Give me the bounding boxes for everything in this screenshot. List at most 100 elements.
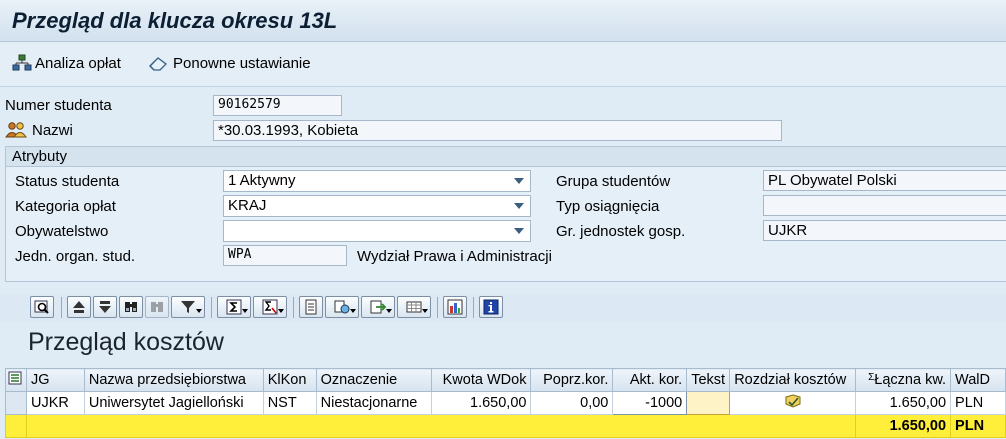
hierarchy-icon [12, 54, 32, 71]
alv-toolbar [0, 294, 1006, 322]
row-selector[interactable] [5, 391, 27, 415]
chevron-down-icon[interactable] [514, 203, 524, 209]
persons-icon [5, 122, 27, 138]
views-icon [334, 300, 350, 314]
nazwi-field[interactable]: *30.03.1993, Kobieta [213, 120, 782, 141]
akt-kor-input[interactable]: -1000 [612, 391, 688, 415]
sort-descending-button[interactable] [93, 296, 117, 318]
ponowne-ustawianie-label: Ponowne ustawianie [173, 54, 311, 72]
eraser-icon [149, 57, 167, 71]
export-button[interactable] [361, 296, 395, 318]
info-icon [483, 299, 499, 315]
numer-studenta-field[interactable]: 90162579 [213, 95, 342, 116]
chevron-down-icon[interactable] [514, 228, 524, 234]
cell-oznaczenie: Niestacjonarne [315, 391, 432, 415]
views-button[interactable] [325, 296, 359, 318]
application-toolbar: Analiza opłat Ponowne ustawianie [0, 43, 1006, 87]
cell-kwota: 1.650,00 [430, 391, 532, 415]
jedn-organ-field[interactable]: WPA [223, 245, 347, 266]
filter-icon [181, 301, 195, 313]
cell-poprz: 0,00 [530, 391, 614, 415]
column-header-akt[interactable]: Akt. kor. [612, 368, 688, 392]
atrybuty-title: Atrybuty [6, 147, 1006, 167]
info-button[interactable] [479, 296, 503, 318]
sort-ascending-icon [73, 301, 85, 313]
grupa-studentow-field[interactable]: PL Obywatel Polski [763, 170, 1006, 191]
layout-button[interactable] [397, 296, 431, 318]
column-header-klkon[interactable]: KlKon [262, 368, 317, 392]
analiza-oplat-label: Analiza opłat [35, 54, 121, 72]
total-button[interactable] [217, 296, 251, 318]
gr-jednostek-field[interactable]: UJKR [763, 220, 1006, 241]
status-studenta-label: Status studenta [15, 173, 120, 190]
column-header-jg[interactable]: JG [25, 368, 85, 392]
column-header-laczna-label: Łączna kw. [874, 372, 947, 388]
total-row-selector [5, 414, 27, 438]
find-button[interactable] [119, 296, 143, 318]
table-header-row: JG Nazwa przedsiębiorstwa KlKon Oznaczen… [5, 368, 1006, 392]
column-header-nazwa[interactable]: Nazwa przedsiębiorstwa [83, 368, 264, 392]
distribution-icon [785, 394, 801, 408]
grupa-studentow-label: Grupa studentów [556, 173, 671, 190]
column-header-wald[interactable]: WalD [950, 368, 1006, 392]
nazwi-label: Nazwi [32, 122, 73, 139]
sort-ascending-button[interactable] [67, 296, 91, 318]
status-studenta-value: 1 Aktywny [228, 172, 296, 189]
export-icon [370, 300, 386, 314]
jedn-organ-label: Jedn. organ. stud. [15, 248, 136, 265]
section-title: Przegląd kosztów [28, 328, 224, 356]
filter-button[interactable] [171, 296, 205, 318]
column-header-kwota[interactable]: Kwota WDok [430, 368, 532, 392]
print-preview-button[interactable] [299, 296, 323, 318]
subtotal-icon [262, 299, 278, 315]
select-all-cell[interactable] [5, 368, 27, 392]
details-button[interactable] [30, 296, 54, 318]
binoculars-plus-icon [151, 302, 163, 312]
table-row: UJKR Uniwersytet Jagielloński NST Niesta… [5, 391, 1006, 415]
binoculars-icon [125, 302, 137, 312]
cost-table: JG Nazwa przedsiębiorstwa KlKon Oznaczen… [5, 368, 1006, 438]
total-row-spacer [25, 414, 857, 438]
subtotal-button[interactable] [253, 296, 287, 318]
chevron-down-icon[interactable] [514, 178, 524, 184]
grid-icon [406, 301, 422, 313]
status-studenta-select[interactable]: 1 Aktywny [223, 170, 531, 192]
sort-descending-icon [99, 301, 111, 313]
ponowne-ustawianie-button[interactable]: Ponowne ustawianie [148, 52, 311, 74]
column-header-laczna[interactable]: ΣŁączna kw. [855, 368, 952, 392]
column-header-rozdzial[interactable]: Rozdział kosztów [729, 368, 857, 392]
obywatelstwo-select[interactable] [223, 220, 531, 242]
cell-nazwa: Uniwersytet Jagielloński [83, 391, 264, 415]
bar-chart-icon [447, 299, 463, 315]
kategoria-oplat-label: Kategoria opłat [15, 198, 116, 215]
gr-jednostek-label: Gr. jednostek gosp. [556, 223, 686, 240]
total-laczna: 1.650,00 [855, 414, 952, 438]
kategoria-oplat-value: KRAJ [228, 197, 267, 214]
column-header-tekst[interactable]: Tekst [686, 368, 731, 392]
kategoria-oplat-select[interactable]: KRAJ [223, 195, 531, 217]
typ-osiagniecia-field[interactable] [763, 195, 1006, 216]
cell-klkon: NST [262, 391, 317, 415]
total-row: 1.650,00 PLN [5, 414, 1006, 438]
select-all-icon [8, 371, 22, 385]
tekst-input[interactable] [686, 391, 731, 415]
document-icon [305, 299, 317, 315]
total-wald: PLN [950, 414, 1006, 438]
graphic-button[interactable] [443, 296, 467, 318]
cell-laczna: 1.650,00 [855, 391, 952, 415]
jedn-organ-text: Wydział Prawa i Administracji [357, 248, 552, 265]
cell-wald: PLN [950, 391, 1006, 415]
sum-icon [226, 299, 242, 315]
magnifier-icon [34, 300, 49, 314]
find-next-button[interactable] [145, 296, 169, 318]
cell-rozdzial[interactable] [729, 391, 857, 415]
cell-jg: UJKR [25, 391, 85, 415]
numer-studenta-label: Numer studenta [5, 97, 112, 114]
column-header-oznaczenie[interactable]: Oznaczenie [315, 368, 432, 392]
analiza-oplat-button[interactable]: Analiza opłat [12, 52, 121, 74]
title-bar: Przegląd dla klucza okresu 13L [0, 0, 1006, 42]
obywatelstwo-label: Obywatelstwo [15, 223, 109, 240]
page-title: Przegląd dla klucza okresu 13L [12, 8, 338, 33]
typ-osiagniecia-label: Typ osiągnięcia [556, 198, 660, 215]
column-header-poprz[interactable]: Poprz.kor. [530, 368, 614, 392]
